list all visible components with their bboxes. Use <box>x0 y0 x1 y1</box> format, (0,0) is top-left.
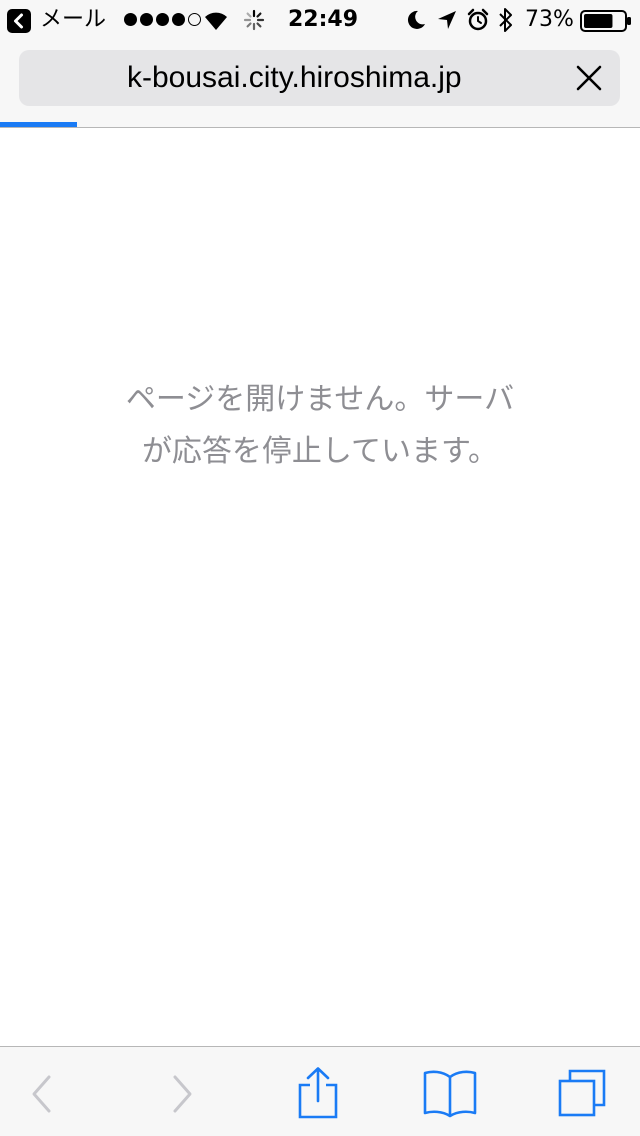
battery-icon <box>580 10 632 38</box>
error-message-line-2: が応答を停止しています。 <box>141 434 499 469</box>
back-to-app-icon[interactable] <box>7 9 31 33</box>
error-message: ページを開けません。サーバ が応答を停止しています。 <box>60 374 580 478</box>
url-text[interactable]: k-bousai.city.hiroshima.jp <box>127 50 462 106</box>
back-icon <box>32 1075 51 1113</box>
forward-icon <box>173 1075 192 1113</box>
web-content: ページを開けません。サーバ が応答を停止しています。 <box>0 128 640 1046</box>
share-button[interactable] <box>288 1067 348 1121</box>
back-button[interactable] <box>12 1067 72 1121</box>
stop-loading-button[interactable] <box>569 58 609 98</box>
error-message-line-1: ページを開けません。サーバ <box>125 382 515 417</box>
status-bar: メール 22:49 73% <box>0 0 640 40</box>
tabs-button[interactable] <box>552 1067 612 1121</box>
do-not-disturb-icon <box>405 9 427 37</box>
network-activity-icon <box>242 8 266 38</box>
close-icon <box>576 65 602 91</box>
address-field[interactable]: k-bousai.city.hiroshima.jp <box>19 50 620 106</box>
location-arrow-icon <box>436 9 458 37</box>
signal-strength-icon <box>124 13 201 27</box>
bookmarks-button[interactable] <box>420 1067 480 1121</box>
forward-button[interactable] <box>152 1067 212 1121</box>
alarm-clock-icon <box>466 8 490 38</box>
wifi-icon <box>202 9 230 37</box>
page-load-progress-bar <box>0 122 640 127</box>
page-load-progress-fill <box>0 122 77 127</box>
browser-toolbar <box>0 1046 640 1136</box>
back-to-app-label[interactable]: メール <box>40 6 106 34</box>
clock: 22:49 <box>288 7 359 32</box>
bluetooth-icon <box>497 6 515 40</box>
battery-percentage: 73% <box>525 7 574 32</box>
address-bar-area: k-bousai.city.hiroshima.jp <box>0 40 640 128</box>
share-icon <box>298 1067 338 1119</box>
bookmarks-icon <box>423 1070 477 1118</box>
tabs-icon <box>558 1069 606 1117</box>
